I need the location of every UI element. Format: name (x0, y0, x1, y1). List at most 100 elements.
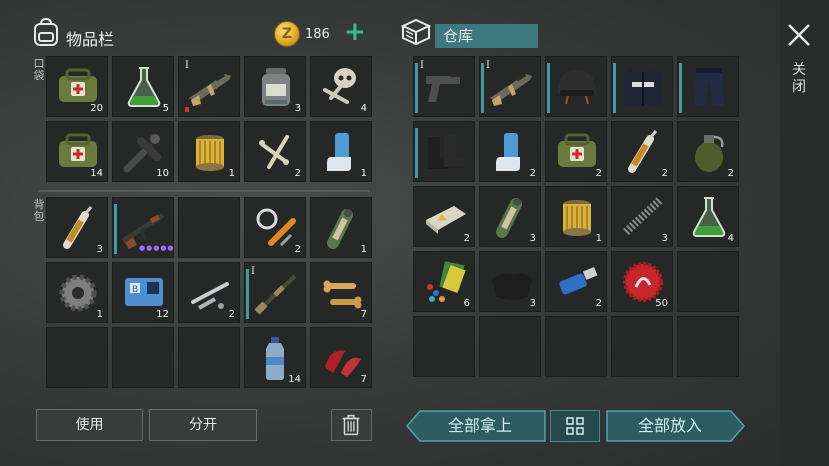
item-count: 1 (96, 309, 103, 320)
storage-slot[interactable]: 6 (413, 251, 475, 312)
item-count: 20 (90, 103, 103, 114)
storage-slot[interactable]: 50 (611, 251, 673, 312)
storage-title: 仓库 (435, 24, 538, 48)
backpack-slot[interactable] (46, 327, 108, 388)
pocket-slot[interactable]: 5 (112, 56, 174, 117)
storage-slot[interactable]: 2 (545, 251, 607, 312)
split-button[interactable]: 分开 (149, 409, 257, 441)
filter-icon (196, 135, 224, 171)
storage-slot[interactable] (677, 56, 739, 117)
use-button[interactable]: 使用 (36, 409, 143, 441)
durability-bar (246, 269, 249, 319)
item-count: 7 (360, 374, 367, 385)
storage-slot[interactable]: 3 (479, 251, 541, 312)
durability-bar (679, 63, 682, 113)
storage-slot[interactable]: 2 (545, 121, 607, 182)
pocket-slot[interactable]: 4 (310, 56, 372, 117)
pocket-slot[interactable]: 3 (244, 56, 306, 117)
pocket-slot[interactable]: 2 (244, 121, 306, 182)
storage-slot[interactable]: 2 (677, 121, 739, 182)
item-count: 1 (595, 233, 602, 244)
pocket-slot[interactable]: 1 (178, 121, 240, 182)
backpack-slot[interactable]: 7 (310, 262, 372, 323)
boots-icon (428, 135, 464, 169)
backpack-slot[interactable]: ●●●●● (112, 197, 174, 258)
storage-slot[interactable]: I (479, 56, 541, 117)
storage-slot[interactable] (545, 316, 607, 377)
storage-slot[interactable]: 3 (479, 186, 541, 247)
backpack-slot[interactable]: I (244, 262, 306, 323)
storage-slot[interactable] (545, 56, 607, 117)
add-coins-button[interactable]: + (344, 17, 366, 47)
pocket-slot[interactable]: 20 (46, 56, 108, 117)
item-count: 4 (727, 233, 734, 244)
storage-slot[interactable]: 1 (545, 186, 607, 247)
coin-icon: Z (274, 21, 300, 47)
item-count: 4 (360, 103, 367, 114)
storage-slot[interactable]: 2 (611, 121, 673, 182)
item-count: 3 (529, 298, 536, 309)
storage-slot[interactable]: 3 (611, 186, 673, 247)
helmet-icon (558, 70, 596, 105)
backpack-slot[interactable]: 14 (244, 327, 306, 388)
item-count: 2 (294, 168, 301, 179)
storage-slot[interactable] (611, 316, 673, 377)
backpack-slot[interactable] (178, 197, 240, 258)
gear-icon (59, 274, 97, 312)
svg-text:B: B (132, 285, 138, 295)
take-all-button[interactable]: 全部拿上 (420, 410, 540, 442)
backpack-icon (34, 17, 58, 46)
pockets-label: 口袋 (33, 57, 45, 82)
spring-icon (623, 197, 663, 235)
item-count: 1 (228, 168, 235, 179)
backpack-label: 背包 (33, 198, 45, 223)
trash-button[interactable] (331, 409, 372, 441)
backpack-slot[interactable]: 3 (46, 197, 108, 258)
storage-slot[interactable] (611, 56, 673, 117)
item-count: 3 (661, 233, 668, 244)
storage-slot[interactable] (677, 251, 739, 312)
item-count: 2 (529, 168, 536, 179)
close-icon[interactable] (786, 22, 812, 48)
pocket-slot[interactable]: 14 (46, 121, 108, 182)
backpack-slot[interactable]: 1 (310, 197, 372, 258)
durability-bar (415, 63, 418, 113)
medkit-bag-icon (558, 133, 596, 167)
storage-slot[interactable] (479, 316, 541, 377)
sort-button[interactable] (550, 410, 600, 442)
put-all-button[interactable]: 全部放入 (610, 410, 730, 442)
item-count: 1 (360, 244, 367, 255)
inhaler-icon (327, 133, 351, 171)
item-count: 2 (595, 298, 602, 309)
backpack-slot[interactable] (178, 327, 240, 388)
pocket-slot[interactable]: I (178, 56, 240, 117)
backpack-slot[interactable]: 2 (244, 197, 306, 258)
durability-bar (481, 63, 484, 113)
storage-slot[interactable] (413, 121, 475, 182)
inhaler-icon (496, 133, 520, 171)
item-count: 50 (655, 298, 668, 309)
backpack-slot[interactable]: 2 (178, 262, 240, 323)
durability-bar (114, 204, 117, 254)
storage-slot[interactable]: 4 (677, 186, 739, 247)
close-label[interactable]: 关闭 (791, 62, 807, 96)
item-count: 5 (162, 103, 169, 114)
storage-slot[interactable]: I (413, 56, 475, 117)
pocket-slot[interactable]: 10 (112, 121, 174, 182)
flask-icon (127, 67, 161, 107)
storage-slot[interactable] (413, 316, 475, 377)
backpack-slot[interactable]: 7 (310, 327, 372, 388)
backpack-slot[interactable]: B 12 (112, 262, 174, 323)
coin-count: 186 (305, 27, 330, 42)
pocket-slot[interactable]: 1 (310, 121, 372, 182)
grenade-icon (695, 135, 724, 172)
backpack-slot[interactable]: 1 (46, 262, 108, 323)
backpack-slot[interactable] (112, 327, 174, 388)
storage-slot[interactable]: 2 (479, 121, 541, 182)
storage-slot[interactable]: 2 (413, 186, 475, 247)
cloth-icon (492, 273, 532, 300)
storage-slot[interactable] (677, 316, 739, 377)
skull-parts-icon (323, 68, 356, 104)
item-count: 2 (294, 244, 301, 255)
durability-bar (547, 63, 550, 113)
